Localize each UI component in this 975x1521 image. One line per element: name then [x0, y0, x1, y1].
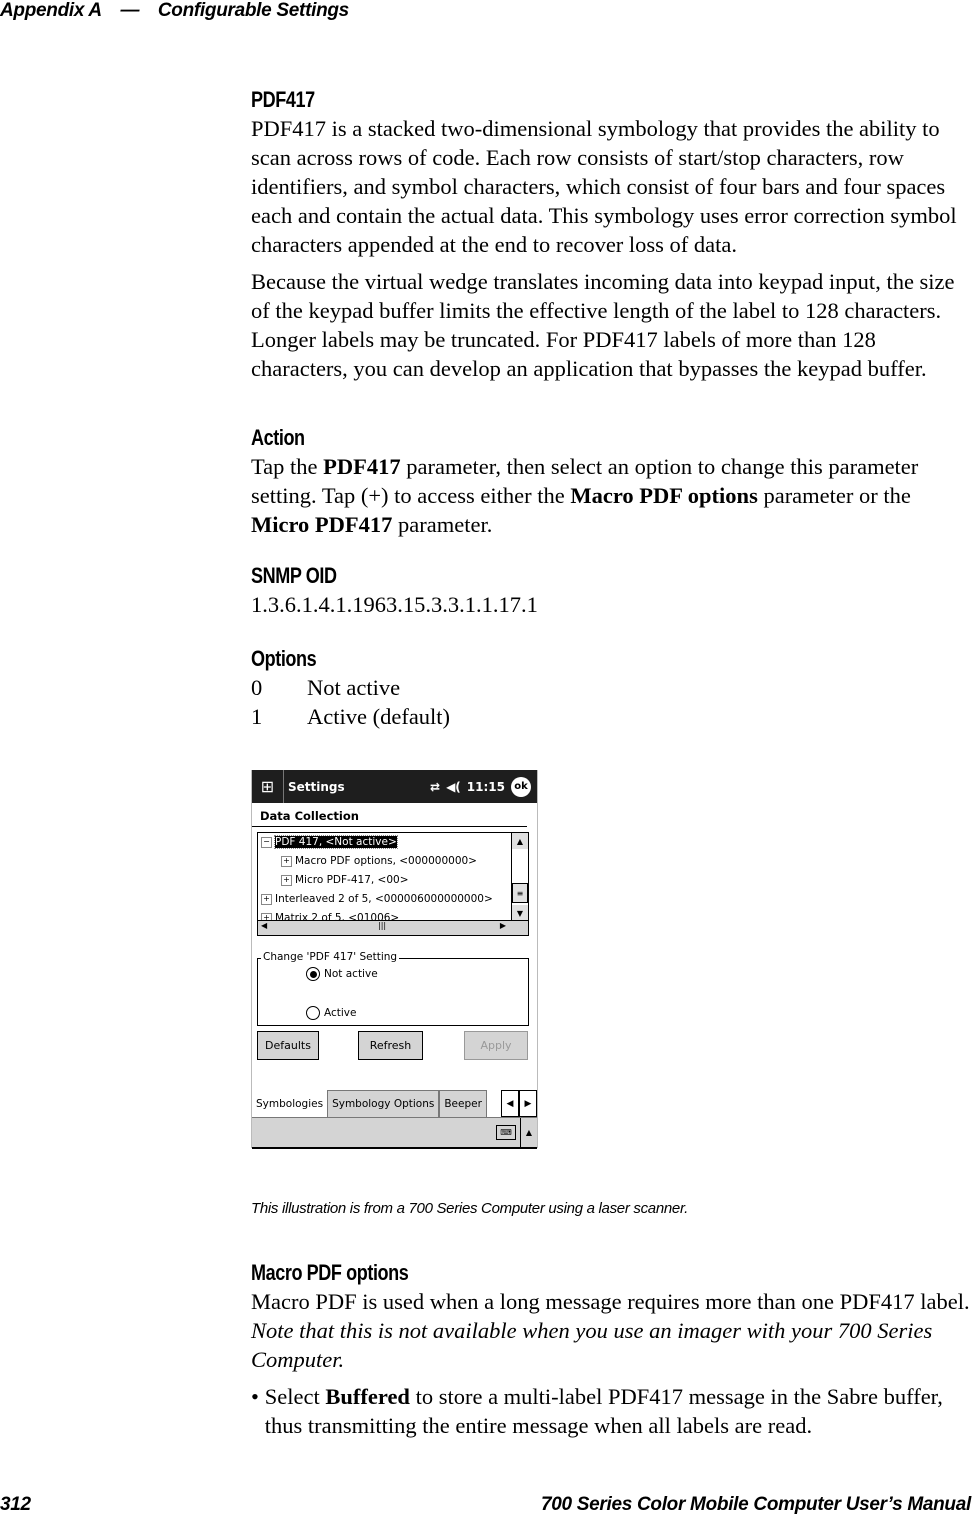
bullet-item: • Select Buffered to store a multi-label… [251, 1384, 943, 1438]
tree-node-label: PDF 417, <Not active> [274, 835, 398, 849]
pdf417-para-2: Because the virtual wedge translates inc… [251, 269, 955, 381]
collapse-icon[interactable]: − [261, 836, 272, 848]
snmp-heading: SNMP OID [251, 563, 337, 588]
pdf417-heading: PDF417 [251, 87, 315, 112]
scroll-thumb-h[interactable]: ||| [378, 921, 386, 930]
tab-symbology-options[interactable]: Symbology Options [327, 1090, 440, 1117]
section-title: Data Collection [252, 803, 527, 827]
defaults-button[interactable]: Defaults [257, 1031, 319, 1060]
tree-node[interactable]: + Interleaved 2 of 5, <000006000000000> [258, 890, 512, 909]
refresh-button[interactable]: Refresh [358, 1031, 423, 1060]
figure-caption: This illustration is from a 700 Series C… [251, 1200, 688, 1217]
keyboard-icon[interactable]: ⌨ [496, 1125, 516, 1140]
tree-node[interactable]: − PDF 417, <Not active> [258, 833, 512, 852]
menu-bar: ⌨ ▲ [252, 1118, 537, 1149]
snmp-oid: 1.3.6.1.4.1.1963.15.3.3.1.1.17.1 [251, 592, 538, 617]
action-text: Tap the PDF417 parameter, then select an… [251, 454, 919, 537]
settings-tree: − PDF 417, <Not active> + Macro PDF options… [257, 832, 529, 936]
tree-node-label: Interleaved 2 of 5, <000006000000000> [275, 893, 493, 905]
sip-up-icon[interactable]: ▲ [520, 1118, 537, 1147]
action-section: Action Tap the PDF417 parameter, then se… [251, 424, 971, 539]
horizontal-scrollbar[interactable]: ◀ ||| ▶ [258, 920, 528, 935]
expand-icon[interactable]: + [281, 874, 292, 886]
connectivity-icon[interactable]: ⇄ [430, 780, 440, 794]
snmp-section: SNMP OID 1.3.6.1.4.1.1963.15.3.3.1.1.17.… [251, 562, 971, 619]
tab-bar: Symbologies Symbology Options Beeper ◀ ▶ [252, 1090, 537, 1118]
chapter-title: Configurable Settings [157, 0, 349, 21]
start-menu-icon[interactable]: ⊞ [252, 770, 284, 803]
expand-icon[interactable]: + [281, 855, 292, 867]
macro-para: Macro PDF is used when a long message re… [251, 1289, 970, 1372]
expand-icon[interactable]: + [261, 893, 272, 905]
tree-node-label: Macro PDF options, <000000000> [295, 855, 477, 867]
page-number: 312 [0, 1494, 31, 1515]
options-heading: Options [251, 646, 317, 671]
device-screenshot: ⊞ Settings ⇄ ◀( 11:15 ok Data Collection… [251, 770, 538, 1149]
header-separator: — [120, 0, 140, 21]
options-section: Options 0 Not active 1 Active (default) [251, 645, 971, 731]
option-row: 1 Active (default) [251, 704, 451, 729]
page-footer: 312 700 Series Color Mobile Computer Use… [0, 1494, 971, 1516]
tab-left-icon[interactable]: ◀ [501, 1090, 519, 1117]
pdf417-section: PDF417 PDF417 is a stacked two-dimension… [251, 86, 971, 383]
app-title: Settings [288, 779, 345, 794]
apply-button[interactable]: Apply [464, 1031, 528, 1060]
macro-heading: Macro PDF options [251, 1260, 409, 1285]
tab-right-icon[interactable]: ▶ [519, 1090, 537, 1117]
tree-node[interactable]: + Macro PDF options, <000000000> [258, 852, 512, 871]
radio-not-active[interactable]: Not active [306, 967, 378, 981]
tree-node-label: Micro PDF-417, <00> [295, 874, 409, 886]
scroll-left-icon[interactable]: ◀ [261, 921, 267, 930]
action-heading: Action [251, 425, 305, 450]
vertical-scrollbar[interactable]: ▲ ≡ ▼ [511, 833, 528, 921]
manual-title: 700 Series Color Mobile Computer User’s … [540, 1494, 971, 1515]
tab-beeper[interactable]: Beeper [439, 1090, 488, 1117]
option-row: 0 Not active [251, 675, 401, 700]
macro-section: Macro PDF options Macro PDF is used when… [251, 1259, 971, 1440]
pdf417-para-1: PDF417 is a stacked two-dimensional symb… [251, 116, 957, 257]
title-bar: ⊞ Settings ⇄ ◀( 11:15 ok [252, 770, 537, 803]
scroll-thumb[interactable]: ≡ [512, 883, 528, 903]
appendix-label: Appendix A [0, 0, 102, 21]
volume-icon[interactable]: ◀( [446, 780, 461, 794]
tab-symbologies[interactable]: Symbologies [252, 1090, 328, 1117]
clock[interactable]: 11:15 [467, 780, 505, 794]
radio-active[interactable]: Active [306, 1006, 356, 1020]
ok-button[interactable]: ok [511, 776, 531, 797]
scroll-up-icon[interactable]: ▲ [512, 833, 528, 849]
scroll-right-icon[interactable]: ▶ [500, 921, 506, 930]
tree-node[interactable]: + Micro PDF-417, <00> [258, 871, 512, 890]
group-label: Change 'PDF 417' Setting [261, 951, 400, 963]
running-header: Appendix A — Configurable Settings [0, 0, 349, 22]
scroll-down-icon[interactable]: ▼ [512, 905, 528, 921]
setting-group: Change 'PDF 417' Setting Not active Acti… [257, 951, 529, 1026]
